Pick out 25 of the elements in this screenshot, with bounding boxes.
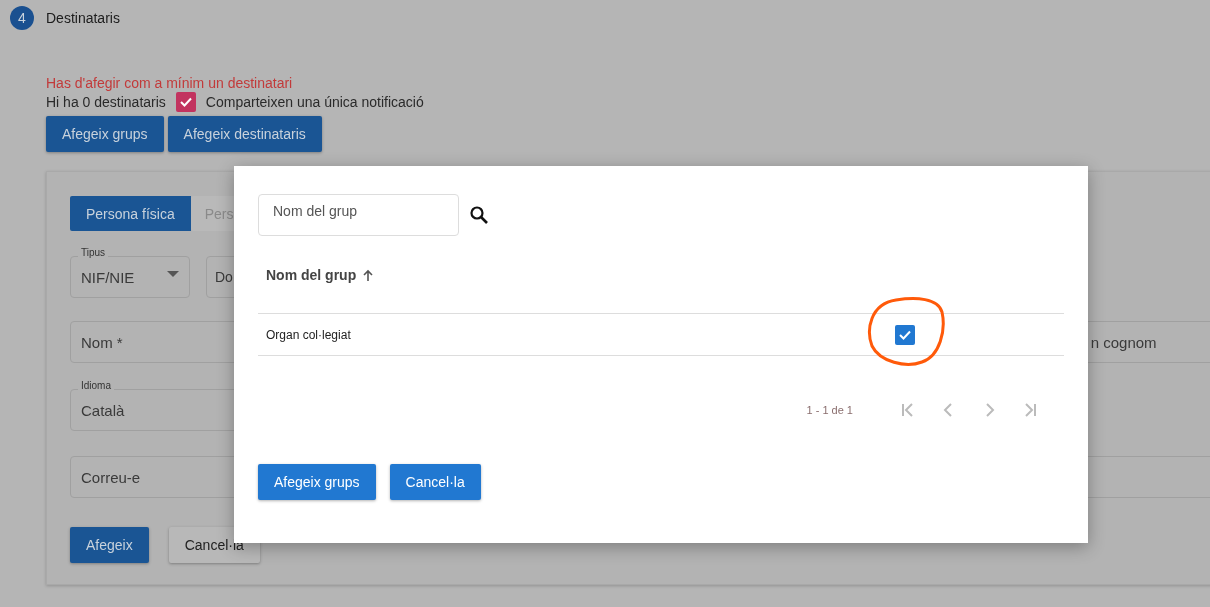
sort-arrow-icon [362, 268, 375, 281]
caret-icon [167, 271, 179, 277]
error-message: Has d'afegir com a mínim un destinatari [46, 75, 294, 92]
add-button[interactable]: Afegeix [70, 527, 149, 563]
checkbox-label: Comparteixen una única notificació [205, 94, 424, 110]
tab[interactable]: Persona física [70, 196, 191, 231]
check-icon [178, 96, 193, 108]
section-title: Destinataris [46, 10, 120, 26]
field-label: Tipus [78, 247, 109, 258]
page-range: 1 - 1 de 1 [806, 404, 853, 416]
add-button[interactable]: Afegeix grups [46, 116, 164, 152]
field-label: Idioma [78, 380, 114, 391]
step-number: 4 [10, 6, 34, 30]
cancel-button[interactable]: Cancel·la [389, 464, 481, 500]
type-select[interactable]: NIF/NIE [70, 256, 190, 298]
search-field[interactable]: Nom del grup [258, 194, 459, 236]
column-header[interactable]: Nom del grup [266, 266, 357, 283]
check-icon [898, 328, 912, 341]
row-checkbox[interactable] [895, 324, 915, 345]
share-checkbox[interactable] [175, 92, 196, 112]
recipient-count: Hi ha 0 destinataris [46, 94, 166, 110]
add-groups-button[interactable]: Afegeix grups [258, 464, 376, 500]
search-icon[interactable] [469, 205, 489, 225]
table-cell-text: Organ col·legiat [266, 327, 352, 342]
add-button[interactable]: Afegeix destinataris [167, 116, 322, 152]
